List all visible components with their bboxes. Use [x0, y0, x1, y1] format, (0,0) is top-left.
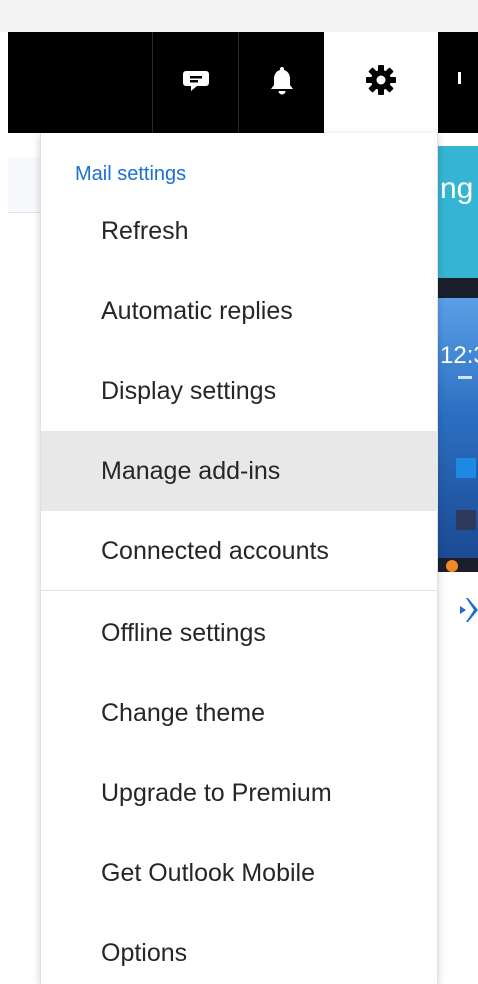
partial-icon	[452, 70, 464, 95]
phone-tile	[456, 458, 476, 478]
menu-item-automatic-replies[interactable]: Automatic replies	[41, 271, 437, 351]
menu-item-label: Change theme	[101, 698, 266, 727]
promo-title-fragment: ng	[440, 172, 474, 205]
menu-item-display-settings[interactable]: Display settings	[41, 351, 437, 431]
phone-screen: 12:3	[438, 298, 478, 572]
menu-item-label: Offline settings	[101, 618, 266, 647]
settings-dropdown-menu: Mail settings Refresh Automatic replies …	[40, 133, 438, 984]
mail-list-pane	[8, 133, 42, 984]
search-box-edge[interactable]	[8, 157, 42, 213]
menu-item-label: Display settings	[101, 376, 277, 405]
menu-item-label: Automatic replies	[101, 296, 293, 325]
menu-item-manage-add-ins[interactable]: Manage add-ins	[41, 431, 437, 511]
top-strip	[0, 0, 478, 32]
header-overflow-button[interactable]	[438, 32, 478, 133]
menu-item-label: Manage add-ins	[101, 456, 281, 485]
phone-app-dot	[446, 560, 458, 572]
outlook-page: ng 12:3 Mail settings Refresh Automatic …	[0, 0, 478, 984]
top-header-bar	[8, 32, 478, 133]
outlook-logo-icon	[458, 598, 478, 627]
notifications-button[interactable]	[238, 32, 324, 133]
menu-heading: Mail settings	[75, 163, 187, 185]
menu-item-label: Get Outlook Mobile	[101, 858, 315, 887]
menu-item-label: Connected accounts	[101, 536, 329, 565]
gear-icon	[365, 64, 397, 101]
menu-item-connected-accounts[interactable]: Connected accounts	[41, 511, 437, 591]
menu-divider	[41, 590, 437, 591]
phone-image: 12:3	[438, 278, 478, 572]
menu-item-label: Options	[101, 938, 188, 967]
menu-item-options[interactable]: Options	[41, 913, 437, 984]
feedback-button[interactable]	[152, 32, 238, 133]
chat-icon	[181, 65, 211, 100]
phone-time-fragment: 12:3	[440, 342, 478, 369]
menu-item-get-outlook-mobile[interactable]: Get Outlook Mobile	[41, 833, 437, 913]
settings-button[interactable]	[324, 32, 438, 133]
menu-item-offline-settings[interactable]: Offline settings	[41, 593, 437, 673]
promo-banner[interactable]: ng 12:3	[438, 146, 478, 572]
phone-tile	[456, 510, 476, 530]
menu-item-label: Upgrade to Premium	[101, 778, 332, 807]
phone-date-line	[458, 376, 472, 379]
menu-item-change-theme[interactable]: Change theme	[41, 673, 437, 753]
menu-item-upgrade-to-premium[interactable]: Upgrade to Premium	[41, 753, 437, 833]
menu-item-label: Refresh	[101, 216, 189, 245]
menu-item-refresh[interactable]: Refresh	[41, 191, 437, 271]
bell-icon	[268, 64, 296, 101]
